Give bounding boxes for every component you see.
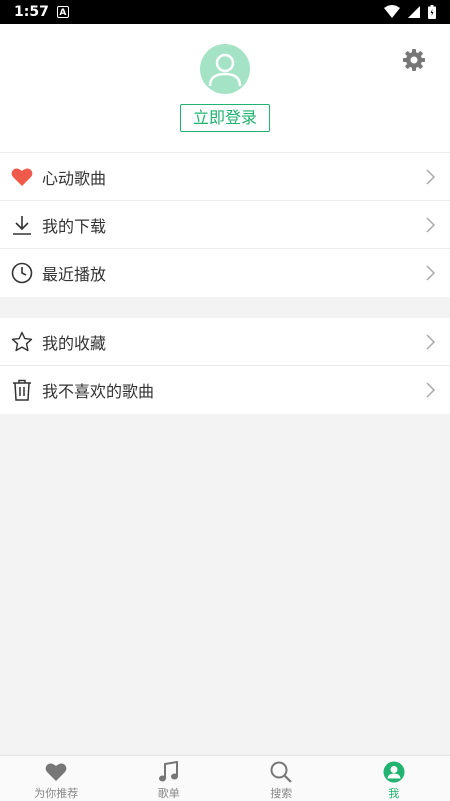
login-button[interactable]: 立即登录 [180, 104, 270, 132]
signal-icon [408, 6, 420, 18]
status-bar: 1:57 A [0, 0, 450, 24]
bottom-tab-bar: 为你推荐 歌单 搜索 我 [0, 755, 450, 801]
menu-item-label: 我不喜欢的歌曲 [42, 378, 154, 402]
settings-button[interactable] [402, 48, 426, 72]
avatar[interactable] [200, 44, 250, 94]
wifi-icon [384, 5, 400, 19]
tab-recommend[interactable]: 为你推荐 [0, 756, 113, 801]
menu-group-primary: 心动歌曲 我的下载 最近播放 [0, 152, 450, 297]
heart-icon [45, 761, 67, 783]
search-icon [270, 761, 292, 783]
menu-item-downloads[interactable]: 我的下载 [0, 201, 450, 249]
menu-item-label: 我的收藏 [42, 330, 106, 354]
music-note-icon [158, 761, 180, 783]
tab-playlists[interactable]: 歌单 [113, 756, 226, 801]
chevron-right-icon [426, 217, 436, 233]
menu-item-favorites[interactable]: 我的收藏 [0, 318, 450, 366]
menu-item-label: 心动歌曲 [42, 165, 106, 189]
menu-item-recent-plays[interactable]: 最近播放 [0, 249, 450, 297]
tab-label: 我 [388, 785, 399, 801]
clock-icon [11, 262, 33, 284]
menu-item-label: 最近播放 [42, 261, 106, 285]
heart-icon [11, 166, 33, 188]
tab-label: 为你推荐 [34, 785, 78, 801]
tab-label: 搜索 [270, 785, 292, 801]
menu-item-liked-songs[interactable]: 心动歌曲 [0, 153, 450, 201]
tab-me[interactable]: 我 [338, 756, 450, 801]
tab-search[interactable]: 搜索 [225, 756, 338, 801]
star-icon [11, 331, 33, 353]
person-icon [383, 761, 405, 783]
status-left: 1:57 A [14, 4, 69, 20]
avatar-person-icon [200, 44, 250, 94]
menu-group-secondary: 我的收藏 我不喜欢的歌曲 [0, 318, 450, 414]
menu-item-label: 我的下载 [42, 213, 106, 237]
menu-item-disliked-songs[interactable]: 我不喜欢的歌曲 [0, 366, 450, 414]
download-icon [11, 214, 33, 236]
chevron-right-icon [426, 265, 436, 281]
profile-header: 立即登录 [0, 24, 450, 152]
trash-icon [11, 379, 33, 401]
status-right [384, 5, 436, 19]
status-time: 1:57 [14, 4, 49, 20]
tab-label: 歌单 [158, 785, 180, 801]
gear-icon [402, 48, 426, 72]
chevron-right-icon [426, 334, 436, 350]
battery-icon [428, 5, 436, 19]
chevron-right-icon [426, 382, 436, 398]
notification-badge: A [57, 6, 69, 18]
chevron-right-icon [426, 169, 436, 185]
